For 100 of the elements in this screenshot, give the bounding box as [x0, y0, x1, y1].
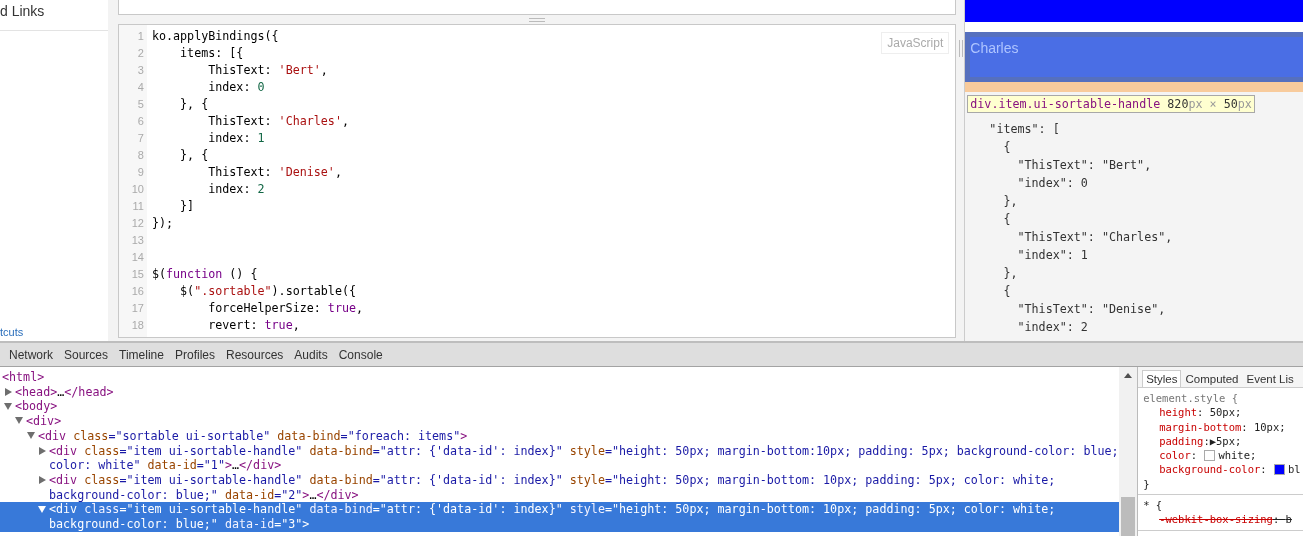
- expand-arrow-icon[interactable]: [38, 446, 46, 455]
- item-text: Charles: [970, 40, 1019, 56]
- code-line: index: 1: [207, 130, 265, 147]
- devtools-tab[interactable]: Profiles: [169, 343, 220, 366]
- code-line: index: 0: [207, 79, 265, 96]
- tree-row[interactable]: <html>: [0, 370, 1120, 385]
- css-property: -webkit-box-sizing: [1159, 512, 1273, 527]
- css-value: white;: [1218, 448, 1257, 463]
- line-number: 15: [131, 267, 145, 282]
- tree-row[interactable]: <div>: [0, 414, 1120, 429]
- scrollbar[interactable]: [1119, 367, 1138, 536]
- expand-arrow-icon[interactable]: [38, 476, 46, 485]
- devtools-tab[interactable]: Audits: [289, 343, 333, 366]
- css-value: bl: [1287, 462, 1301, 477]
- devtools-tab[interactable]: Resources: [220, 343, 289, 366]
- expand-arrow-icon[interactable]: [4, 388, 12, 397]
- line-number: 3: [137, 63, 145, 78]
- json-line: "ThisText": "Bert",: [1016, 157, 1152, 174]
- code-line: }, {: [179, 96, 209, 113]
- inspect-tooltip: div.item.ui-sortable-handle 820px × 50px: [967, 95, 1255, 113]
- line-number: 10: [131, 182, 145, 197]
- code-line: $(".sortable").sortable({: [179, 283, 356, 300]
- json-line: "ThisText": "Denise",: [1016, 301, 1166, 318]
- devtools-tab[interactable]: Network: [4, 343, 58, 366]
- tree-row[interactable]: <div class="sortable ui-sortable" data-bind="foreach: items">: [0, 428, 1120, 444]
- line-number: 1: [137, 29, 145, 44]
- line-number: 13: [131, 233, 145, 248]
- css-property: height: [1159, 405, 1198, 420]
- css-separator: :: [1203, 433, 1210, 449]
- expand-arrow-icon[interactable]: [38, 505, 46, 514]
- panel-tab[interactable]: Styles: [1142, 370, 1182, 387]
- markup-text: <div>: [26, 414, 63, 429]
- code-line: }, {: [179, 147, 209, 164]
- css-value: ▶5px;: [1209, 433, 1242, 449]
- panel-tab[interactable]: Computed: [1181, 370, 1243, 387]
- line-number: 16: [131, 284, 145, 299]
- line-number: 4: [137, 80, 145, 95]
- css-property: color: [1159, 448, 1191, 463]
- panel-tab[interactable]: Event Lis: [1242, 370, 1298, 387]
- json-line: {: [1002, 211, 1011, 228]
- line-number: 2: [137, 46, 145, 61]
- json-line: "index": 2: [1016, 319, 1088, 336]
- code-line: ThisText: 'Denise',: [207, 164, 342, 181]
- devtools-tab[interactable]: Timeline: [114, 343, 169, 366]
- css-value: 50px;: [1209, 405, 1242, 420]
- css-property: background-color: [1159, 462, 1261, 477]
- line-number: 6: [137, 114, 145, 129]
- code-line: items: [{: [179, 45, 244, 62]
- json-line: "index": 0: [1016, 175, 1088, 192]
- tree-row[interactable]: <body>: [0, 399, 1120, 415]
- code-line: $(function () {: [151, 266, 258, 283]
- code-line: forceHelperSize: true,: [207, 300, 364, 317]
- color-swatch[interactable]: [1204, 449, 1216, 461]
- resize-handle-icon[interactable]: [529, 17, 546, 22]
- line-number: 7: [137, 131, 145, 146]
- css-value: b: [1285, 512, 1292, 527]
- expand-arrow-icon[interactable]: [27, 432, 35, 441]
- json-line: },: [1002, 265, 1018, 282]
- line-number: 5: [137, 97, 145, 112]
- css-selector: element.style {: [1143, 391, 1239, 406]
- line-number: 11: [132, 199, 145, 214]
- css-separator: :: [1260, 462, 1268, 477]
- json-line: {: [1002, 139, 1011, 156]
- json-line: "items": [: [988, 121, 1060, 138]
- code-line: index: 2: [207, 181, 265, 198]
- markup-text: <head>…</head>: [15, 384, 115, 400]
- json-line: {: [1002, 283, 1011, 300]
- expand-arrow-icon[interactable]: [15, 417, 23, 426]
- css-separator: :: [1197, 405, 1205, 420]
- markup-text: <div class="sortable ui-sortable" data-bind="foreach: items">: [38, 428, 469, 444]
- json-line: "index": 1: [1016, 247, 1088, 264]
- language-label: JavaScript: [881, 32, 950, 54]
- scroll-up-icon[interactable]: [1124, 373, 1133, 378]
- code-line: revert: true,: [207, 317, 300, 334]
- resize-handle-icon[interactable]: [959, 40, 964, 57]
- closing-brace: }: [1143, 476, 1151, 492]
- sidebar-link[interactable]: tcuts: [0, 326, 108, 338]
- code-line: });: [151, 215, 174, 232]
- markup-text: <body>: [15, 399, 59, 415]
- tree-row[interactable]: <head>…</head>: [0, 384, 1120, 400]
- expand-arrow-icon[interactable]: [4, 402, 12, 411]
- css-separator: :: [1241, 419, 1249, 434]
- color-swatch[interactable]: [1273, 464, 1285, 476]
- scrollbar-thumb[interactable]: [1121, 497, 1136, 536]
- code-line: }]: [179, 198, 195, 215]
- code-line: ThisText: 'Bert',: [207, 62, 328, 79]
- css-separator: :: [1190, 448, 1199, 463]
- code-line: ko.applyBindings({: [151, 28, 279, 45]
- devtools-tab[interactable]: Sources: [59, 343, 114, 366]
- line-number: 17: [131, 301, 145, 316]
- line-number: 12: [131, 216, 145, 231]
- line-number: 9: [137, 165, 145, 180]
- line-number: 8: [137, 148, 145, 163]
- section-heading: d Links: [0, 3, 45, 19]
- css-value: 10px;: [1253, 419, 1286, 434]
- css-property: padding: [1159, 433, 1204, 449]
- devtools-tab[interactable]: Console: [333, 343, 388, 366]
- code-line: ThisText: 'Charles',: [207, 113, 349, 130]
- css-selector: * {: [1143, 498, 1164, 513]
- json-line: },: [1002, 193, 1018, 210]
